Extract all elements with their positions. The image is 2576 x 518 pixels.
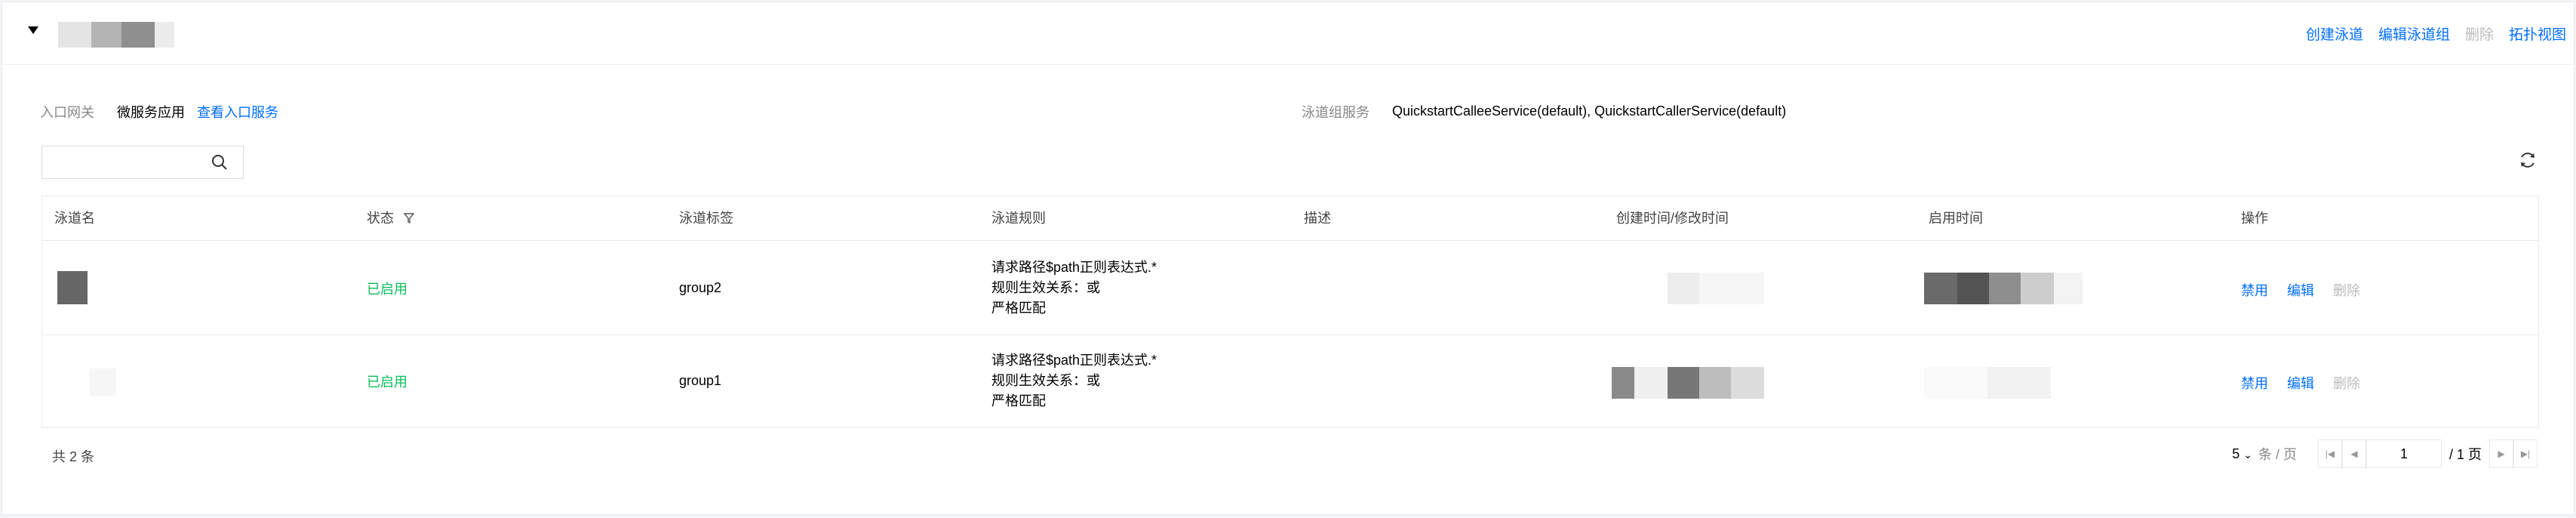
header-actions: 创建泳道 编辑泳道组 删除 拓扑视图 <box>2306 23 2566 44</box>
disable-button[interactable]: 禁用 <box>2241 376 2268 391</box>
search-icon[interactable] <box>211 154 228 171</box>
prev-page-icon[interactable]: ◀ <box>2341 439 2366 468</box>
lane-rule-line: 请求路径$path正则表达式.* <box>991 260 1157 275</box>
lane-rule-line: 严格匹配 <box>991 301 1046 316</box>
status-badge: 已启用 <box>367 375 407 390</box>
page-size-select[interactable]: 5 ⌄ <box>2232 446 2252 462</box>
lane-rule: 请求路径$path正则表达式.* 规则生效关系：或 严格匹配 <box>991 350 1157 412</box>
topology-view-link[interactable]: 拓扑视图 <box>2509 23 2566 44</box>
total-pages: / 1 页 <box>2448 447 2482 462</box>
per-page-unit: 条 / 页 <box>2258 447 2297 462</box>
gateway-value: 微服务应用 <box>117 105 185 120</box>
enabled-time-redacted <box>1924 273 2083 304</box>
lane-rule: 请求路径$path正则表达式.* 规则生效关系：或 严格匹配 <box>991 257 1157 319</box>
search-input[interactable] <box>50 153 204 174</box>
table-row: 已启用 group2 请求路径$path正则表达式.* 规则生效关系：或 严格匹… <box>42 241 2538 335</box>
next-page-icon[interactable]: ▶ <box>2489 439 2513 468</box>
create-lane-link[interactable]: 创建泳道 <box>2306 23 2363 44</box>
lane-rule-line: 规则生效关系：或 <box>991 373 1100 388</box>
refresh-icon[interactable] <box>2518 150 2538 170</box>
current-page: 1 <box>2399 446 2408 461</box>
column-header-created-modified-time: 创建时间/修改时间 <box>1616 211 1729 226</box>
column-header-enabled-time: 启用时间 <box>1929 211 1983 226</box>
lane-group-panel: 创建泳道 编辑泳道组 删除 拓扑视图 入口网关 微服务应用 查看入口服务 泳道组… <box>2 2 2574 515</box>
edit-lane-group-link[interactable]: 编辑泳道组 <box>2378 23 2450 44</box>
disable-button[interactable]: 禁用 <box>2241 283 2268 298</box>
lane-group-services-value: QuickstartCalleeService(default), Quicks… <box>1392 103 1787 119</box>
status-badge: 已启用 <box>367 282 407 297</box>
search-box <box>41 146 244 179</box>
page-number-input[interactable]: 1 <box>2365 439 2442 468</box>
lane-group-services-label: 泳道组服务 <box>1302 105 1369 120</box>
delete-button[interactable]: 删除 <box>2333 376 2360 391</box>
row-actions: 禁用 编辑 删除 <box>2241 373 2375 393</box>
view-gateway-link[interactable]: 查看入口服务 <box>197 102 278 122</box>
column-header-status: 状态 <box>367 196 415 240</box>
column-header-description: 描述 <box>1304 211 1331 226</box>
edit-button[interactable]: 编辑 <box>2287 376 2314 391</box>
pagination: 5 ⌄ 条 / 页 |◀ ◀ 1 / 1 页 ▶ ▶| <box>2232 439 2538 469</box>
delete-link[interactable]: 删除 <box>2465 23 2494 44</box>
last-page-icon[interactable]: ▶| <box>2513 439 2538 468</box>
column-header-lane-rule: 泳道规则 <box>991 211 1046 226</box>
column-header-lane-name: 泳道名 <box>54 211 95 226</box>
table-row: 已启用 group1 请求路径$path正则表达式.* 规则生效关系：或 严格匹… <box>42 335 2538 427</box>
lane-tag: group2 <box>679 280 722 295</box>
lane-rule-line: 规则生效关系：或 <box>991 280 1100 295</box>
enabled-time-redacted <box>1924 367 2051 399</box>
filter-icon[interactable] <box>403 213 415 224</box>
row-actions: 禁用 编辑 删除 <box>2241 280 2375 300</box>
gateway-label: 入口网关 <box>40 105 94 120</box>
lane-rule-line: 请求路径$path正则表达式.* <box>991 353 1157 368</box>
lane-rule-line: 严格匹配 <box>991 393 1046 409</box>
delete-button[interactable]: 删除 <box>2333 283 2360 298</box>
lane-name-redacted <box>89 368 116 396</box>
page-size-value: 5 <box>2232 446 2240 461</box>
lane-name-redacted <box>57 271 88 304</box>
column-header-status-label: 状态 <box>367 211 394 226</box>
created-time-redacted <box>1668 273 1764 304</box>
edit-button[interactable]: 编辑 <box>2287 283 2314 298</box>
chevron-down-icon: ⌄ <box>2243 448 2252 461</box>
column-header-actions: 操作 <box>2241 211 2268 226</box>
created-time-redacted <box>1612 367 1764 399</box>
total-count: 共 2 条 <box>52 449 95 464</box>
header-divider <box>2 64 2574 65</box>
lane-group-name-redacted <box>58 22 174 48</box>
lane-tag: group1 <box>679 373 722 388</box>
collapse-caret-icon[interactable] <box>28 26 38 34</box>
lanes-table: 泳道名 状态 泳道标签 泳道规则 描述 创建时间/修改时间 启用时间 操作 已启… <box>41 196 2539 428</box>
column-header-lane-tag: 泳道标签 <box>679 211 733 226</box>
first-page-icon[interactable]: |◀ <box>2317 439 2342 468</box>
